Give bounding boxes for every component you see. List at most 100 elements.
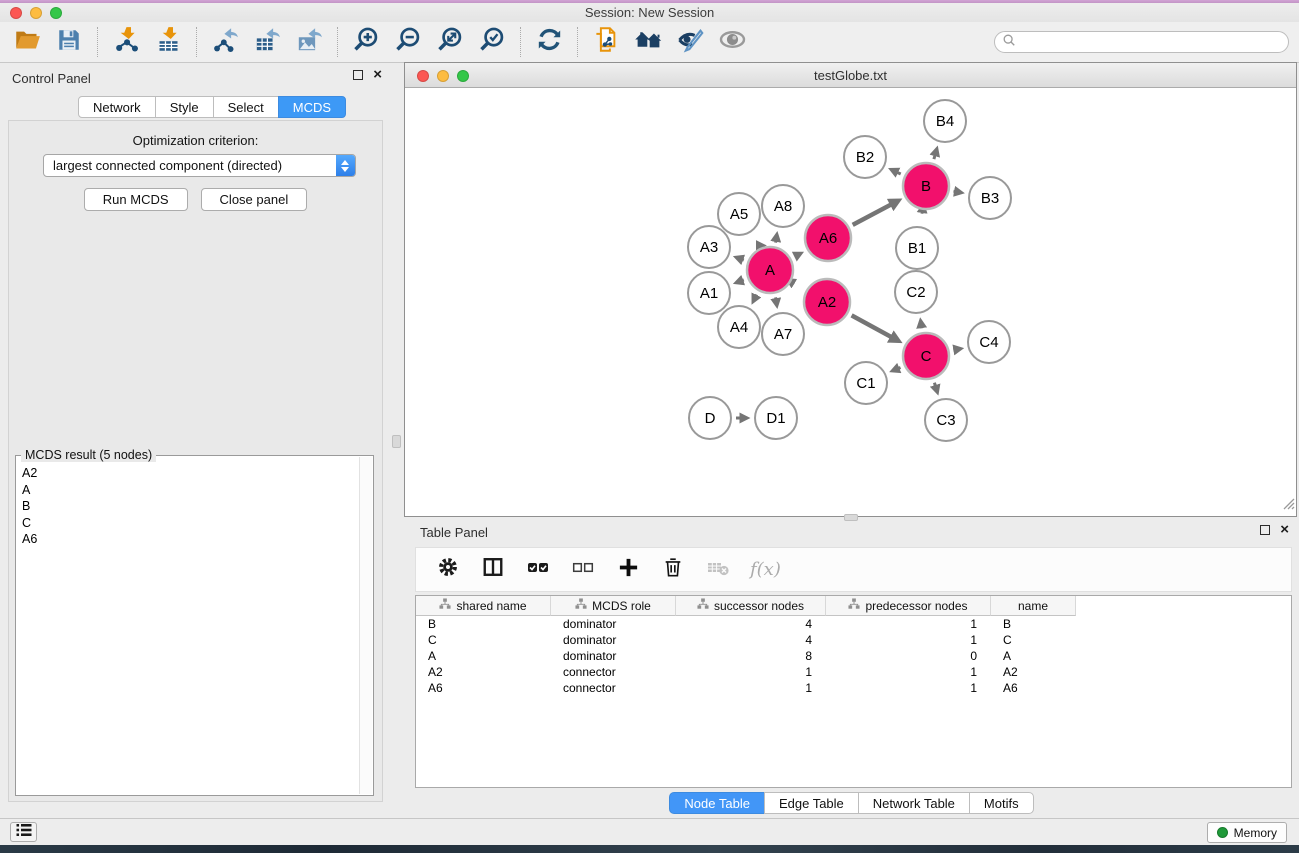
cell-predecessor-nodes[interactable]: 1 — [826, 664, 991, 680]
graph-node-C2[interactable]: C2 — [895, 271, 937, 313]
refresh-button[interactable] — [532, 25, 566, 59]
tab-network-table[interactable]: Network Table — [858, 792, 970, 814]
add-row-button[interactable] — [615, 557, 641, 583]
cell-successor-nodes[interactable]: 1 — [676, 680, 826, 696]
result-item[interactable]: A2 — [16, 465, 357, 482]
cell-mcds-role[interactable]: dominator — [551, 632, 676, 648]
table-settings-button[interactable] — [435, 557, 461, 583]
cell-predecessor-nodes[interactable]: 1 — [826, 632, 991, 648]
export-network-button[interactable] — [208, 25, 242, 59]
graph-node-B2[interactable]: B2 — [844, 136, 886, 178]
search-input[interactable] — [1016, 35, 1288, 49]
cell-name[interactable]: A2 — [991, 664, 1076, 680]
task-history-button[interactable] — [10, 822, 37, 842]
graph-node-B1[interactable]: B1 — [896, 227, 938, 269]
tab-motifs[interactable]: Motifs — [969, 792, 1034, 814]
close-table-panel-icon[interactable]: × — [1280, 525, 1289, 535]
cell-successor-nodes[interactable]: 4 — [676, 616, 826, 632]
cell-name[interactable]: A — [991, 648, 1076, 664]
select-all-button[interactable] — [525, 557, 551, 583]
result-item[interactable]: A6 — [16, 531, 357, 548]
title-bar[interactable]: Session: New Session — [0, 3, 1299, 22]
splitter-handle[interactable] — [392, 435, 401, 448]
tab-mcds[interactable]: MCDS — [278, 96, 346, 118]
horizontal-splitter-handle[interactable] — [844, 514, 858, 521]
column-header-name[interactable]: name — [991, 596, 1076, 616]
column-header-mcds-role[interactable]: MCDS role — [551, 596, 676, 616]
hide-graphics-details-button[interactable] — [673, 25, 707, 59]
cell-successor-nodes[interactable]: 4 — [676, 632, 826, 648]
graph-node-A2[interactable]: A2 — [804, 279, 850, 325]
column-header-shared-name[interactable]: shared name — [416, 596, 551, 616]
memory-button[interactable]: Memory — [1207, 822, 1287, 843]
network-window-titlebar[interactable]: testGlobe.txt — [405, 63, 1296, 88]
run-mcds-button[interactable]: Run MCDS — [84, 188, 188, 211]
open-file-button[interactable] — [10, 25, 44, 59]
search-field[interactable] — [994, 31, 1289, 53]
import-network-button[interactable] — [109, 25, 143, 59]
graph-node-A8[interactable]: A8 — [762, 185, 804, 227]
network-canvas[interactable]: B4B2BB3A8A5A6A3B1AA1C2A2A4A7C4CC1C3DD1 — [405, 89, 1296, 516]
graph-node-A7[interactable]: A7 — [762, 313, 804, 355]
column-header-successor-nodes[interactable]: successor nodes — [676, 596, 826, 616]
graph-edge-C-C3[interactable] — [934, 383, 935, 386]
table-row[interactable]: A6connector11A6 — [416, 680, 1291, 696]
cell-name[interactable]: A6 — [991, 680, 1076, 696]
deselect-all-button[interactable] — [570, 557, 596, 583]
export-table-button[interactable] — [250, 25, 284, 59]
cell-predecessor-nodes[interactable]: 0 — [826, 648, 991, 664]
cell-successor-nodes[interactable]: 1 — [676, 664, 826, 680]
cell-name[interactable]: B — [991, 616, 1076, 632]
function-builder-button[interactable]: f(x) — [750, 557, 781, 583]
cell-successor-nodes[interactable]: 8 — [676, 648, 826, 664]
zoom-out-button[interactable] — [391, 25, 425, 59]
graph-edge-C-C1[interactable] — [899, 368, 901, 369]
cell-name[interactable]: C — [991, 632, 1076, 648]
graph-node-B4[interactable]: B4 — [924, 100, 966, 142]
tab-style[interactable]: Style — [155, 96, 214, 118]
result-scrollbar[interactable] — [359, 457, 372, 794]
criterion-dropdown[interactable]: largest connected component (directed) — [43, 154, 356, 177]
zoom-fit-button[interactable] — [433, 25, 467, 59]
table-row[interactable]: Cdominator41C — [416, 632, 1291, 648]
result-item[interactable]: C — [16, 515, 357, 532]
import-table-button[interactable] — [151, 25, 185, 59]
result-item[interactable]: B — [16, 498, 357, 515]
graph-node-D[interactable]: D — [689, 397, 731, 439]
result-item[interactable]: A — [16, 482, 357, 499]
export-image-button[interactable] — [292, 25, 326, 59]
close-panel-button[interactable]: Close panel — [201, 188, 308, 211]
float-panel-icon[interactable] — [353, 70, 363, 80]
graph-node-C1[interactable]: C1 — [845, 362, 887, 404]
float-table-panel-icon[interactable] — [1260, 525, 1270, 535]
graph-node-D1[interactable]: D1 — [755, 397, 797, 439]
tab-edge-table[interactable]: Edge Table — [764, 792, 859, 814]
resize-grip[interactable] — [1282, 497, 1295, 515]
delete-row-button[interactable] — [660, 557, 686, 583]
graph-node-A3[interactable]: A3 — [688, 226, 730, 268]
save-session-button[interactable] — [52, 25, 86, 59]
delete-table-button[interactable] — [705, 557, 731, 583]
table-row[interactable]: A2connector11A2 — [416, 664, 1291, 680]
vertical-splitter[interactable] — [390, 63, 404, 818]
graph-node-A[interactable]: A — [747, 247, 793, 293]
graph-node-B[interactable]: B — [903, 163, 949, 209]
tab-network[interactable]: Network — [78, 96, 156, 118]
cell-predecessor-nodes[interactable]: 1 — [826, 680, 991, 696]
cell-shared-name[interactable]: C — [416, 632, 551, 648]
graph-node-C3[interactable]: C3 — [925, 399, 967, 441]
column-header-predecessor-nodes[interactable]: predecessor nodes — [826, 596, 991, 616]
cell-predecessor-nodes[interactable]: 1 — [826, 616, 991, 632]
graph-node-A6[interactable]: A6 — [805, 215, 851, 261]
cell-mcds-role[interactable]: connector — [551, 680, 676, 696]
graph-node-B3[interactable]: B3 — [969, 177, 1011, 219]
cell-shared-name[interactable]: A — [416, 648, 551, 664]
table-row[interactable]: Bdominator41B — [416, 616, 1291, 632]
graph-edge-A2-C[interactable] — [852, 315, 891, 336]
graph-edge-B-B2[interactable] — [898, 173, 901, 175]
tab-node-table[interactable]: Node Table — [669, 792, 765, 814]
graph-node-A1[interactable]: A1 — [688, 272, 730, 314]
graph-node-A4[interactable]: A4 — [718, 306, 760, 348]
new-network-from-selection-button[interactable] — [589, 25, 623, 59]
table-row[interactable]: Adominator80A — [416, 648, 1291, 664]
